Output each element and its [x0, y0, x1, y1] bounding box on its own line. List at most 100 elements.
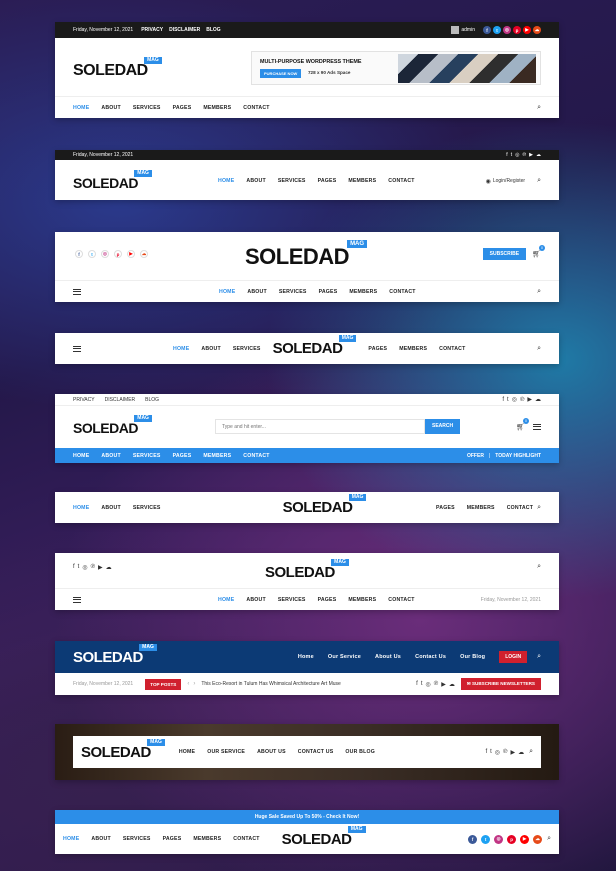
nav-members[interactable]: MEMBERS [348, 178, 376, 184]
nav-home[interactable]: Home [298, 654, 314, 660]
site-logo[interactable]: SOLEDAD MAG [73, 170, 152, 190]
subscribe-button[interactable]: SUBSCRIBE [482, 248, 527, 260]
nav-about[interactable]: ABOUT [201, 346, 220, 352]
nav-services[interactable]: SERVICES [133, 453, 161, 459]
top-link-privacy[interactable]: PRIVACY [73, 397, 95, 403]
nav-about-us[interactable]: ABOUT US [257, 749, 286, 755]
site-logo[interactable]: SOLEDAD MAG [265, 559, 349, 580]
instagram-icon[interactable]: ◎ [515, 152, 519, 158]
facebook-icon[interactable]: f [485, 749, 487, 755]
nav-contact[interactable]: CONTACT [389, 289, 415, 295]
nav-contact[interactable]: CONTACT [243, 105, 269, 111]
facebook-icon[interactable]: f [75, 250, 83, 258]
nav-home[interactable]: HOME [73, 505, 89, 511]
nav-contact[interactable]: CONTACT [233, 836, 259, 842]
nav-our-blog[interactable]: Our Blog [460, 654, 485, 660]
today-highlight-link[interactable]: TODAY HIGHLIGHT [495, 453, 541, 459]
instagram-icon[interactable]: ◎ [494, 834, 504, 844]
top-link-blog[interactable]: BLOG [206, 27, 220, 33]
pinterest-icon[interactable]: ℗ [503, 749, 507, 755]
nav-pages[interactable]: PAGES [319, 289, 338, 295]
cart-icon[interactable]: 🛒︎ 0 [516, 417, 529, 431]
purchase-now-button[interactable]: PURCHASE NOW [260, 69, 302, 78]
search-icon[interactable]: ⌕ [537, 288, 541, 296]
site-logo[interactable]: SOLEDAD MAG [73, 643, 157, 665]
site-logo[interactable]: SOLEDAD MAG [81, 738, 165, 760]
search-icon[interactable]: ⌕ [537, 653, 541, 661]
ticker-next-icon[interactable]: › [193, 681, 195, 687]
youtube-icon[interactable]: ▶ [523, 26, 531, 34]
youtube-icon[interactable]: ▶ [529, 152, 533, 158]
youtube-icon[interactable]: ▶ [527, 396, 532, 403]
soundcloud-icon[interactable]: ☁ [518, 749, 524, 756]
facebook-icon[interactable]: f [506, 152, 507, 158]
soundcloud-icon[interactable]: ☁ [533, 26, 541, 34]
instagram-icon[interactable]: ◎ [426, 681, 431, 688]
menu-icon[interactable] [73, 595, 81, 604]
admin-link[interactable]: admin [461, 27, 475, 33]
nav-services[interactable]: SERVICES [233, 346, 261, 352]
nav-home[interactable]: HOME [218, 178, 234, 184]
search-icon[interactable]: ⌕ [537, 177, 541, 185]
soundcloud-icon[interactable]: ☁ [533, 834, 543, 844]
top-link-privacy[interactable]: PRIVACY [141, 27, 163, 33]
nav-home[interactable]: HOME [173, 346, 189, 352]
nav-about[interactable]: ABOUT [101, 105, 120, 111]
nav-members[interactable]: MEMBERS [349, 289, 377, 295]
cart-icon[interactable]: 🛒︎ 0 [532, 245, 545, 258]
instagram-icon[interactable]: ◎ [495, 749, 500, 756]
nav-our-blog[interactable]: OUR BLOG [345, 749, 375, 755]
search-icon[interactable]: ⌕ [547, 835, 551, 843]
nav-about[interactable]: ABOUT [246, 178, 265, 184]
facebook-icon[interactable]: f [468, 834, 478, 844]
youtube-icon[interactable]: ▶ [520, 834, 530, 844]
nav-about[interactable]: ABOUT [246, 597, 265, 603]
facebook-icon[interactable]: f [416, 681, 418, 687]
search-icon[interactable]: ⌕ [537, 563, 541, 571]
nav-services[interactable]: SERVICES [278, 597, 306, 603]
pinterest-icon[interactable]: p [513, 26, 521, 34]
nav-our-service[interactable]: OUR SERVICE [207, 749, 245, 755]
twitter-icon[interactable]: t [507, 397, 509, 403]
offer-link[interactable]: OFFER [467, 453, 484, 459]
nav-about[interactable]: ABOUT [91, 836, 110, 842]
nav-pages[interactable]: PAGES [318, 597, 337, 603]
ad-banner[interactable]: MULTI-PURPOSE WORDPRESS THEME PURCHASE N… [251, 51, 541, 85]
site-logo[interactable]: SOLEDAD MAG [245, 240, 368, 268]
twitter-icon[interactable]: t [481, 834, 491, 844]
login-button[interactable]: LOGIN [499, 651, 528, 663]
soundcloud-icon[interactable]: ☁ [536, 152, 541, 158]
nav-pages[interactable]: PAGES [318, 178, 337, 184]
nav-services[interactable]: SERVICES [279, 289, 307, 295]
pinterest-icon[interactable]: ℗ [520, 397, 524, 403]
nav-contact[interactable]: CONTACT [439, 346, 465, 352]
nav-contact[interactable]: CONTACT [243, 453, 269, 459]
nav-home[interactable]: HOME [219, 289, 235, 295]
nav-pages[interactable]: PAGES [436, 505, 455, 511]
pinterest-icon[interactable]: p [114, 250, 122, 258]
instagram-icon[interactable]: ◎ [82, 564, 87, 571]
site-logo[interactable]: SOLEDAD MAG [273, 335, 357, 356]
soundcloud-icon[interactable]: ☁ [140, 250, 148, 258]
instagram-icon[interactable]: ◎ [512, 396, 517, 403]
nav-pages[interactable]: PAGES [173, 453, 192, 459]
instagram-icon[interactable]: ◎ [101, 250, 109, 258]
nav-about-us[interactable]: About Us [375, 654, 401, 660]
top-link-disclaimer[interactable]: DISCLAIMER [169, 27, 200, 33]
site-logo[interactable]: SOLEDAD MAG [73, 415, 152, 435]
ticker-headline[interactable]: This Eco-Resort in Tulum Has Whimsical A… [201, 681, 341, 687]
nav-home[interactable]: HOME [179, 749, 195, 755]
nav-pages[interactable]: PAGES [163, 836, 182, 842]
nav-about[interactable]: ABOUT [101, 505, 120, 511]
ticker-prev-icon[interactable]: ‹ [187, 681, 189, 687]
nav-our-service[interactable]: Our Service [328, 654, 361, 660]
pinterest-icon[interactable]: ℗ [434, 681, 438, 687]
pinterest-icon[interactable]: ℗ [522, 152, 526, 158]
nav-members[interactable]: MEMBERS [193, 836, 221, 842]
avatar[interactable] [451, 26, 460, 34]
subscribe-newsletters-button[interactable]: ✉ SUBSCRIBE NEWSLETTERS [460, 678, 541, 690]
facebook-icon[interactable]: f [502, 397, 504, 403]
twitter-icon[interactable]: t [88, 250, 96, 258]
site-logo[interactable]: SOLEDAD MAG [283, 494, 367, 515]
nav-services[interactable]: SERVICES [133, 105, 161, 111]
